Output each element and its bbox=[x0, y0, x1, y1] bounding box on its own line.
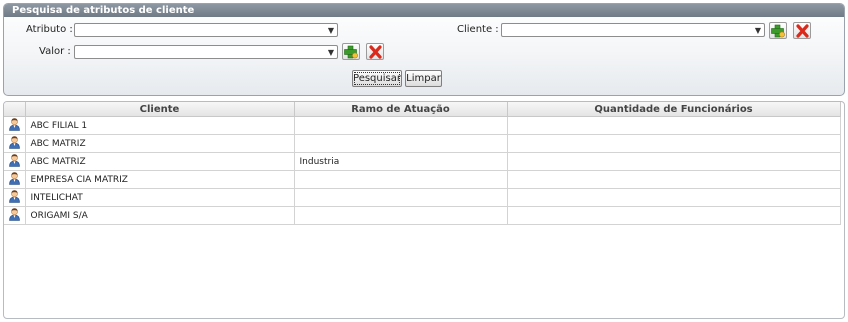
user-icon[interactable] bbox=[8, 154, 21, 170]
pesquisar-button[interactable]: Pesquisar bbox=[352, 70, 402, 87]
row-icon-cell[interactable] bbox=[4, 134, 26, 153]
cell-ramo bbox=[293, 170, 508, 189]
valor-select[interactable]: ▼ bbox=[74, 45, 338, 59]
cell-cliente: INTELICHAT bbox=[24, 188, 295, 207]
column-header-ramo[interactable]: Ramo de Atuação bbox=[293, 102, 508, 117]
cell-quantidade bbox=[506, 206, 841, 225]
chevron-down-icon: ▼ bbox=[327, 26, 334, 35]
valor-remove-button[interactable] bbox=[366, 43, 384, 60]
user-icon[interactable] bbox=[8, 118, 21, 134]
row-icon-cell[interactable] bbox=[4, 188, 26, 207]
cell-ramo bbox=[293, 188, 508, 207]
cell-quantidade bbox=[506, 170, 841, 189]
user-icon[interactable] bbox=[8, 172, 21, 188]
row-icon-cell[interactable] bbox=[4, 170, 26, 189]
cell-ramo bbox=[293, 116, 508, 135]
atributo-label: Atributo : bbox=[26, 24, 73, 35]
search-panel: Pesquisa de atributos de cliente Atribut… bbox=[3, 3, 845, 96]
row-icon-cell[interactable] bbox=[4, 152, 26, 171]
table-row[interactable]: ABC FILIAL 1 bbox=[4, 116, 841, 135]
cliente-remove-button[interactable] bbox=[793, 22, 811, 39]
table-row[interactable]: EMPRESA CIA MATRIZ bbox=[4, 170, 841, 189]
table-row[interactable]: ABC MATRIZ bbox=[4, 134, 841, 153]
atributo-select[interactable]: ▼ bbox=[74, 23, 338, 37]
cell-ramo: Industria bbox=[293, 152, 508, 171]
chevron-down-icon: ▼ bbox=[327, 48, 334, 57]
cell-cliente: ABC FILIAL 1 bbox=[24, 116, 295, 135]
remove-icon bbox=[796, 24, 809, 38]
cell-ramo bbox=[293, 206, 508, 225]
table-row[interactable]: INTELICHAT bbox=[4, 188, 841, 207]
valor-add-button[interactable] bbox=[342, 43, 360, 60]
table-header-row: Cliente Ramo de Atuação Quantidade de Fu… bbox=[4, 102, 841, 117]
cell-quantidade bbox=[506, 116, 841, 135]
chevron-down-icon: ▼ bbox=[754, 26, 761, 35]
add-icon bbox=[771, 24, 785, 38]
cell-cliente: ABC MATRIZ bbox=[24, 152, 295, 171]
add-icon bbox=[344, 45, 358, 59]
user-icon[interactable] bbox=[8, 208, 21, 224]
table-row[interactable]: ORIGAMI S/A bbox=[4, 206, 841, 225]
cliente-label: Cliente : bbox=[457, 24, 499, 35]
icon-column-header bbox=[4, 102, 26, 117]
limpar-button[interactable]: Limpar bbox=[405, 70, 442, 87]
row-icon-cell[interactable] bbox=[4, 116, 26, 135]
cell-cliente: ORIGAMI S/A bbox=[24, 206, 295, 225]
user-icon[interactable] bbox=[8, 136, 21, 152]
user-icon[interactable] bbox=[8, 190, 21, 206]
results-table: Cliente Ramo de Atuação Quantidade de Fu… bbox=[4, 102, 841, 225]
cell-quantidade bbox=[506, 188, 841, 207]
column-header-cliente[interactable]: Cliente bbox=[24, 102, 295, 117]
cell-quantidade bbox=[506, 134, 841, 153]
remove-icon bbox=[369, 45, 382, 59]
column-header-quantidade[interactable]: Quantidade de Funcionários bbox=[506, 102, 841, 117]
cell-quantidade bbox=[506, 152, 841, 171]
cell-cliente: EMPRESA CIA MATRIZ bbox=[24, 170, 295, 189]
table-row[interactable]: ABC MATRIZ Industria bbox=[4, 152, 841, 171]
valor-label: Valor : bbox=[39, 46, 71, 57]
results-grid: Cliente Ramo de Atuação Quantidade de Fu… bbox=[3, 101, 845, 319]
cell-cliente: ABC MATRIZ bbox=[24, 134, 295, 153]
cell-ramo bbox=[293, 134, 508, 153]
cliente-select[interactable]: ▼ bbox=[501, 23, 765, 37]
cliente-add-button[interactable] bbox=[769, 22, 787, 39]
panel-title: Pesquisa de atributos de cliente bbox=[4, 4, 844, 17]
row-icon-cell[interactable] bbox=[4, 206, 26, 225]
